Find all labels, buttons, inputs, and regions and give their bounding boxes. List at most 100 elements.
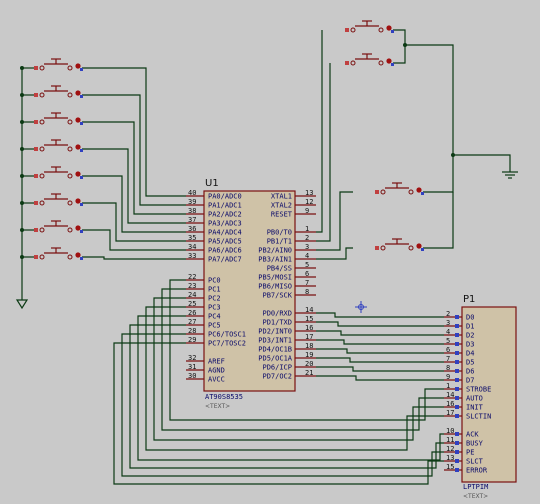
u1-pin-name: PC2 (208, 295, 221, 303)
u1-pin-number: 20 (305, 360, 313, 368)
u1-pin-name: PD3/INT1 (258, 337, 292, 345)
u1-pin-number: 9 (305, 207, 309, 215)
p1-pin-number: 16 (446, 400, 454, 408)
p1-pin-number: 11 (446, 436, 454, 444)
u1-pin-number: 29 (188, 336, 196, 344)
push-button-left-1[interactable] (34, 58, 83, 71)
u1-pin-number: 4 (305, 252, 309, 260)
schematic-canvas[interactable]: U1 AT90S8535 <TEXT> 40 PA0/ADC0 3 9 PA1/ADC1… (0, 0, 540, 504)
u1-pin-name: AVCC (208, 376, 225, 384)
u1-pin-number: 24 (188, 291, 196, 299)
p1-pin-name: SLCT (466, 458, 484, 466)
p1-pin-name: D7 (466, 377, 474, 385)
u1-pin-name: PC7/TOSC2 (208, 340, 246, 348)
u1-pin-name: XTAL1 (271, 193, 292, 201)
p1-pin-name: ACK (466, 431, 479, 439)
push-button-left-8[interactable] (34, 247, 83, 260)
u1-pin-number: 16 (305, 324, 313, 332)
push-button-left-2[interactable] (34, 85, 83, 98)
u1-pin-number: 34 (188, 243, 196, 251)
u1-pin-name: PA3/ADC3 (208, 220, 242, 228)
u1-chip[interactable]: U1 AT90S8535 <TEXT> 40 PA0/ADC0 3 9 PA1/ADC1… (186, 178, 316, 410)
p1-pin-name: BUSY (466, 440, 484, 448)
push-button-left-4[interactable] (34, 139, 83, 152)
u1-pin-name: PA7/ADC7 (208, 256, 242, 264)
u1-pin-number: 18 (305, 342, 313, 350)
push-button-left-7[interactable] (34, 220, 83, 233)
u1-ref: U1 (205, 178, 219, 189)
p1-connector[interactable]: P1 LPTPIM <TEXT> 2 D0 3 D1 4 D2 5 D3 6 D4 7 D5 8 D6 9 D… (444, 294, 517, 500)
u1-pin-number: 38 (188, 207, 196, 215)
u1-pin-number: 40 (188, 189, 196, 197)
p1-pin-name: AUTO (466, 395, 483, 403)
u1-pin-name: PD1/TXD (262, 319, 292, 327)
push-button-top-2[interactable] (345, 53, 394, 66)
p1-text-tag: <TEXT> (463, 493, 488, 500)
u1-pin-number: 23 (188, 282, 196, 290)
ground-icon (502, 163, 518, 179)
u1-pin-number: 25 (188, 300, 196, 308)
u1-pin-number: 15 (305, 315, 313, 323)
u1-pin-number: 6 (305, 270, 309, 278)
p1-pin-number: 4 (446, 328, 450, 336)
u1-pin-number: 35 (188, 234, 196, 242)
u1-pin-name: PD0/RXD (262, 310, 292, 318)
u1-pin-name: PC6/TOSC1 (208, 331, 246, 339)
p1-pin-number: 12 (446, 445, 454, 453)
u1-pin-number: 26 (188, 309, 196, 317)
u1-pin-number: 36 (188, 225, 196, 233)
p1-pin-number: 10 (446, 427, 454, 435)
u1-pin-number: 30 (188, 372, 196, 380)
u1-pin-name: PA0/ADC0 (208, 193, 242, 201)
u1-pin-number: 22 (188, 273, 196, 281)
push-button-top-1[interactable] (345, 20, 394, 33)
u1-pin-number: 3 (305, 243, 309, 251)
u1-pin-name: XTAL2 (271, 202, 292, 210)
p1-part: LPTPIM (463, 483, 488, 491)
u1-pin-name: PB1/T1 (267, 238, 292, 246)
u1-pin-number: 19 (305, 351, 313, 359)
u1-pin-name: PB4/SS (267, 265, 292, 273)
push-button-left-6[interactable] (34, 193, 83, 206)
u1-pin-name: PB2/AIN0 (258, 247, 292, 255)
u1-pin-number: 2 (305, 234, 309, 242)
u1-pin-number: 17 (305, 333, 313, 341)
u1-pin-name: PA4/ADC4 (208, 229, 242, 237)
u1-pin-number: 7 (305, 279, 309, 287)
push-button-mid-2[interactable] (375, 238, 424, 251)
u1-pin-number: 14 (305, 306, 313, 314)
u1-pin-name: PA5/ADC5 (208, 238, 242, 246)
p1-pin-name: D3 (466, 341, 474, 349)
p1-ref: P1 (463, 294, 475, 305)
power-terminal-icon (15, 270, 29, 310)
u1-pin-name: PB5/MOSI (258, 274, 292, 282)
push-button-left-3[interactable] (34, 112, 83, 125)
u1-pin-number: 1 (305, 225, 309, 233)
p1-pin-number: 13 (446, 454, 454, 462)
u1-text-tag: <TEXT> (205, 403, 230, 410)
u1-pin-name: PA1/ADC1 (208, 202, 242, 210)
p1-pin-name: D2 (466, 332, 474, 340)
u1-pin-number: 28 (188, 327, 196, 335)
p1-pin-number: 6 (446, 346, 450, 354)
u1-pin-number: 5 (305, 261, 309, 269)
u1-pin-name: PB7/SCK (262, 292, 292, 300)
p1-pin-number: 2 (446, 310, 450, 318)
p1-pin-name: D1 (466, 323, 474, 331)
p1-pin-name: PE (466, 449, 474, 457)
p1-pin-number: 1 (446, 382, 450, 390)
p1-pin-name: SLCTIN (466, 413, 491, 421)
p1-pin-number: 14 (446, 391, 454, 399)
p1-pin-number: 3 (446, 319, 450, 327)
u1-part: AT90S8535 (205, 393, 243, 401)
p1-pin-name: D6 (466, 368, 474, 376)
p1-pin-number: 9 (446, 373, 450, 381)
push-button-left-5[interactable] (34, 166, 83, 179)
p1-pin-number: 17 (446, 409, 454, 417)
u1-pin-number: 32 (188, 354, 196, 362)
u1-pin-name: AGND (208, 367, 225, 375)
u1-pin-name: PC3 (208, 304, 221, 312)
u1-pin-number: 13 (305, 189, 313, 197)
push-button-mid-1[interactable] (375, 182, 424, 195)
u1-pin-name: PB6/MISO (258, 283, 292, 291)
